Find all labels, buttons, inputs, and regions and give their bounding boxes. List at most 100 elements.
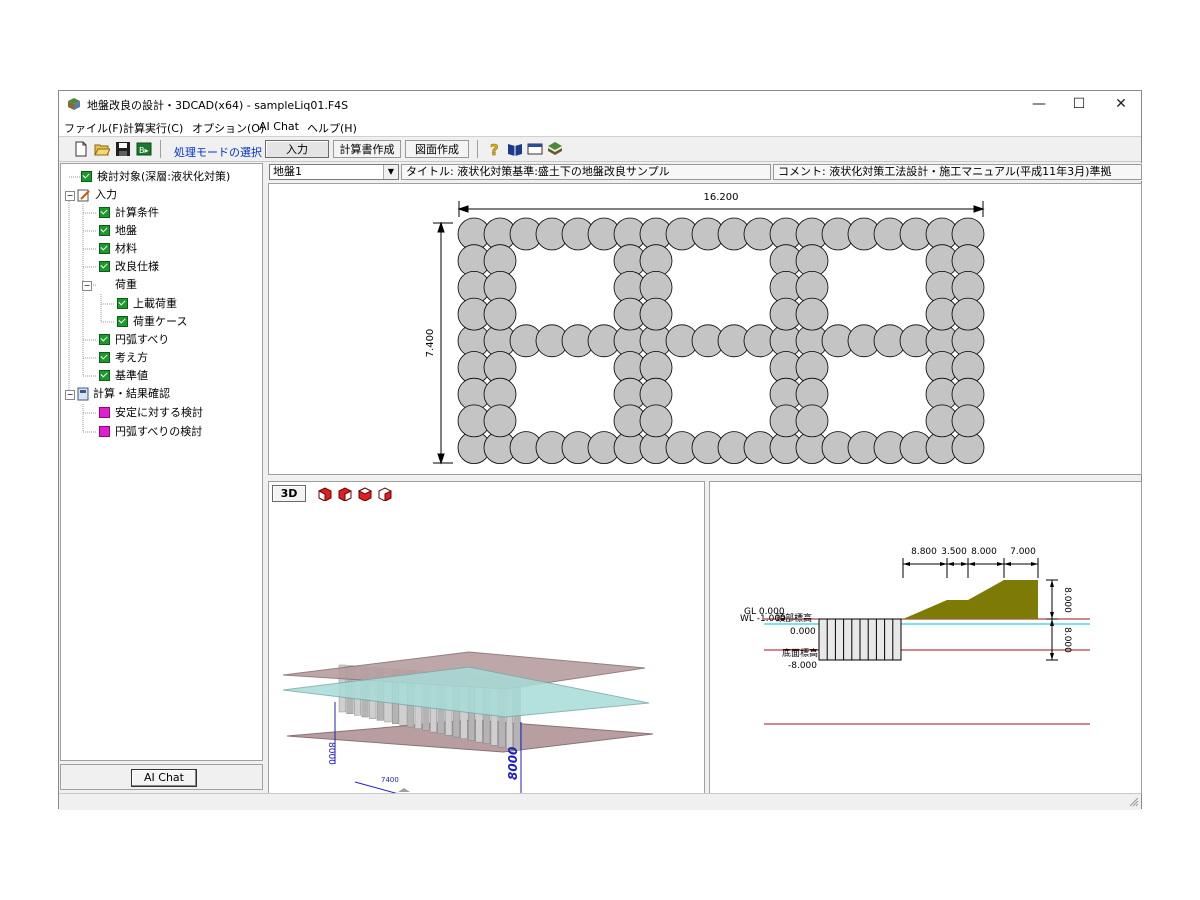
window-icon[interactable] bbox=[527, 141, 543, 157]
mode-select-link[interactable]: 処理モードの選択 bbox=[174, 144, 262, 160]
menu-ai-chat[interactable]: AI Chat bbox=[259, 120, 299, 133]
main-window: 地盤改良の設計・3DCAD(x64) - sampleLiq01.F4S — ☐… bbox=[58, 90, 1142, 810]
pile-circle bbox=[483, 404, 517, 438]
collapse-icon[interactable]: − bbox=[65, 191, 75, 201]
menu-option[interactable]: オプション(O) bbox=[192, 120, 264, 136]
pile-circle bbox=[795, 404, 829, 438]
layers-icon[interactable] bbox=[547, 141, 563, 157]
close-button[interactable]: ✕ bbox=[1099, 91, 1143, 117]
ground-select[interactable]: 地盤1 ▼ bbox=[269, 164, 399, 180]
tree-item-load-case[interactable]: 荷重ケース bbox=[117, 313, 187, 331]
check-icon bbox=[99, 333, 110, 345]
tree-item-approach[interactable]: 考え方 bbox=[99, 349, 148, 367]
tree-item-slip-check[interactable]: 円弧すべりの検討 bbox=[99, 423, 202, 441]
plan-height-dim: 7.400 bbox=[425, 329, 436, 358]
tree-item-load[interactable]: 荷重 bbox=[115, 276, 137, 294]
view-3d[interactable]: 3D 8000 8000 16200 7400 bbox=[268, 481, 705, 794]
chevron-down-icon[interactable]: ▼ bbox=[383, 165, 398, 179]
comment-field: コメント: 液状化対策工法設計・施工マニュアル(平成11年3月)準拠 bbox=[773, 164, 1142, 180]
title-field: タイトル: 液状化対策基準:盛土下の地盤改良サンプル bbox=[401, 164, 771, 180]
help-icon[interactable]: ? bbox=[487, 141, 503, 157]
window-title: 地盤改良の設計・3DCAD(x64) - sampleLiq01.F4S bbox=[87, 99, 349, 112]
scroll-indicator-icon[interactable] bbox=[398, 788, 410, 792]
drawing-button[interactable]: 図面作成 bbox=[405, 140, 469, 158]
right-dim-2: 8.000 bbox=[1062, 627, 1072, 653]
bottom-elev-label: 底面標高 bbox=[782, 647, 818, 659]
top-elev-label: 頭部標高 bbox=[776, 612, 812, 624]
check-icon bbox=[117, 297, 128, 309]
menu-calc[interactable]: 計算実行(C) bbox=[123, 120, 183, 136]
plan-width-dim: 16.200 bbox=[704, 192, 739, 203]
check-icon bbox=[99, 206, 110, 218]
new-file-icon[interactable] bbox=[73, 141, 89, 157]
toolbar: B▸ 処理モードの選択 入力 計算書作成 図面作成 ? bbox=[59, 137, 1141, 162]
collapse-icon[interactable]: − bbox=[65, 390, 75, 400]
svg-text:?: ? bbox=[490, 141, 499, 157]
tree-item-calc-conditions[interactable]: 計算条件 bbox=[99, 204, 159, 222]
status-icon bbox=[99, 406, 110, 418]
pile-circle bbox=[951, 404, 985, 438]
calculator-icon bbox=[77, 387, 89, 401]
tree-item-input[interactable]: 入力 bbox=[77, 186, 117, 204]
dim-4: 7.000 bbox=[1010, 547, 1036, 557]
menu-bar: ファイル(F) 計算実行(C) オプション(O) AI Chat ヘルプ(H) bbox=[59, 117, 1141, 137]
section-view[interactable]: 8.800 3.500 8.000 7.000 8.000 8.000 GL 0… bbox=[709, 481, 1142, 794]
pile-circle bbox=[483, 297, 517, 331]
svg-text:B▸: B▸ bbox=[139, 146, 149, 155]
check-icon bbox=[99, 242, 110, 254]
pile-circle bbox=[639, 404, 673, 438]
status-icon bbox=[99, 425, 110, 437]
tree-item-target[interactable]: 検討対象(深層:液状化対策) bbox=[81, 168, 230, 186]
dim-1: 8.800 bbox=[911, 547, 937, 557]
dim-3: 8.000 bbox=[971, 547, 997, 557]
title-bar: 地盤改良の設計・3DCAD(x64) - sampleLiq01.F4S — ☐… bbox=[59, 91, 1141, 117]
menu-file[interactable]: ファイル(F) bbox=[64, 120, 123, 136]
menu-help[interactable]: ヘルプ(H) bbox=[307, 120, 357, 136]
notebook-icon bbox=[77, 189, 90, 201]
check-icon bbox=[117, 315, 128, 327]
embankment bbox=[903, 580, 1038, 619]
3d-dim-depth: 7400 bbox=[381, 776, 399, 784]
resize-grip-icon[interactable] bbox=[1129, 797, 1139, 807]
section-drawing: 8.800 3.500 8.000 7.000 8.000 8.000 GL 0… bbox=[740, 547, 1090, 725]
3d-model: 8000 8000 16200 7400 bbox=[282, 651, 654, 793]
tree-item-improvement-spec[interactable]: 改良仕様 bbox=[99, 258, 159, 276]
status-bar bbox=[59, 793, 1141, 810]
tree-item-ground[interactable]: 地盤 bbox=[99, 222, 137, 240]
tree-item-material[interactable]: 材料 bbox=[99, 240, 137, 258]
check-icon bbox=[99, 351, 110, 363]
pile-circle bbox=[639, 297, 673, 331]
check-icon bbox=[99, 260, 110, 272]
ai-chat-panel: AI Chat bbox=[60, 764, 263, 790]
3d-dim-small: 8000 bbox=[326, 742, 336, 765]
collapse-icon[interactable]: − bbox=[82, 281, 92, 291]
tree-item-circular-slip[interactable]: 円弧すべり bbox=[99, 331, 169, 349]
plan-view[interactable]: 16.200 7.400 bbox=[268, 183, 1142, 475]
tree-item-surcharge[interactable]: 上載荷重 bbox=[117, 295, 177, 313]
save-icon[interactable] bbox=[115, 141, 131, 157]
open-folder-icon[interactable] bbox=[94, 141, 110, 157]
input-button[interactable]: 入力 bbox=[265, 140, 329, 158]
toolbar-separator bbox=[477, 140, 478, 158]
toolbar-separator bbox=[160, 140, 161, 158]
ai-chat-button[interactable]: AI Chat bbox=[131, 769, 197, 787]
minimize-button[interactable]: — bbox=[1017, 91, 1061, 117]
info-bar: 地盤1 ▼ タイトル: 液状化対策基準:盛土下の地盤改良サンプル コメント: 液… bbox=[268, 163, 1142, 181]
top-elev-value: 0.000 bbox=[790, 627, 816, 637]
plan-drawing: 16.200 7.400 bbox=[425, 192, 985, 465]
pile-circle bbox=[951, 297, 985, 331]
export-icon[interactable]: B▸ bbox=[136, 141, 152, 157]
tree-item-calc-results[interactable]: 計算・結果確認 bbox=[77, 385, 170, 403]
check-icon bbox=[99, 369, 110, 381]
dim-2: 3.500 bbox=[941, 547, 967, 557]
bottom-elev-value: -8.000 bbox=[788, 661, 817, 671]
tree-item-standard-values[interactable]: 基準値 bbox=[99, 367, 148, 385]
app-icon bbox=[68, 98, 80, 110]
check-icon bbox=[99, 224, 110, 236]
maximize-button[interactable]: ☐ bbox=[1057, 91, 1101, 117]
tree-item-stability-check[interactable]: 安定に対する検討 bbox=[99, 404, 203, 422]
report-button[interactable]: 計算書作成 bbox=[333, 140, 401, 158]
book-icon[interactable] bbox=[507, 141, 523, 157]
right-dim-1: 8.000 bbox=[1062, 587, 1072, 613]
check-icon bbox=[81, 170, 92, 182]
